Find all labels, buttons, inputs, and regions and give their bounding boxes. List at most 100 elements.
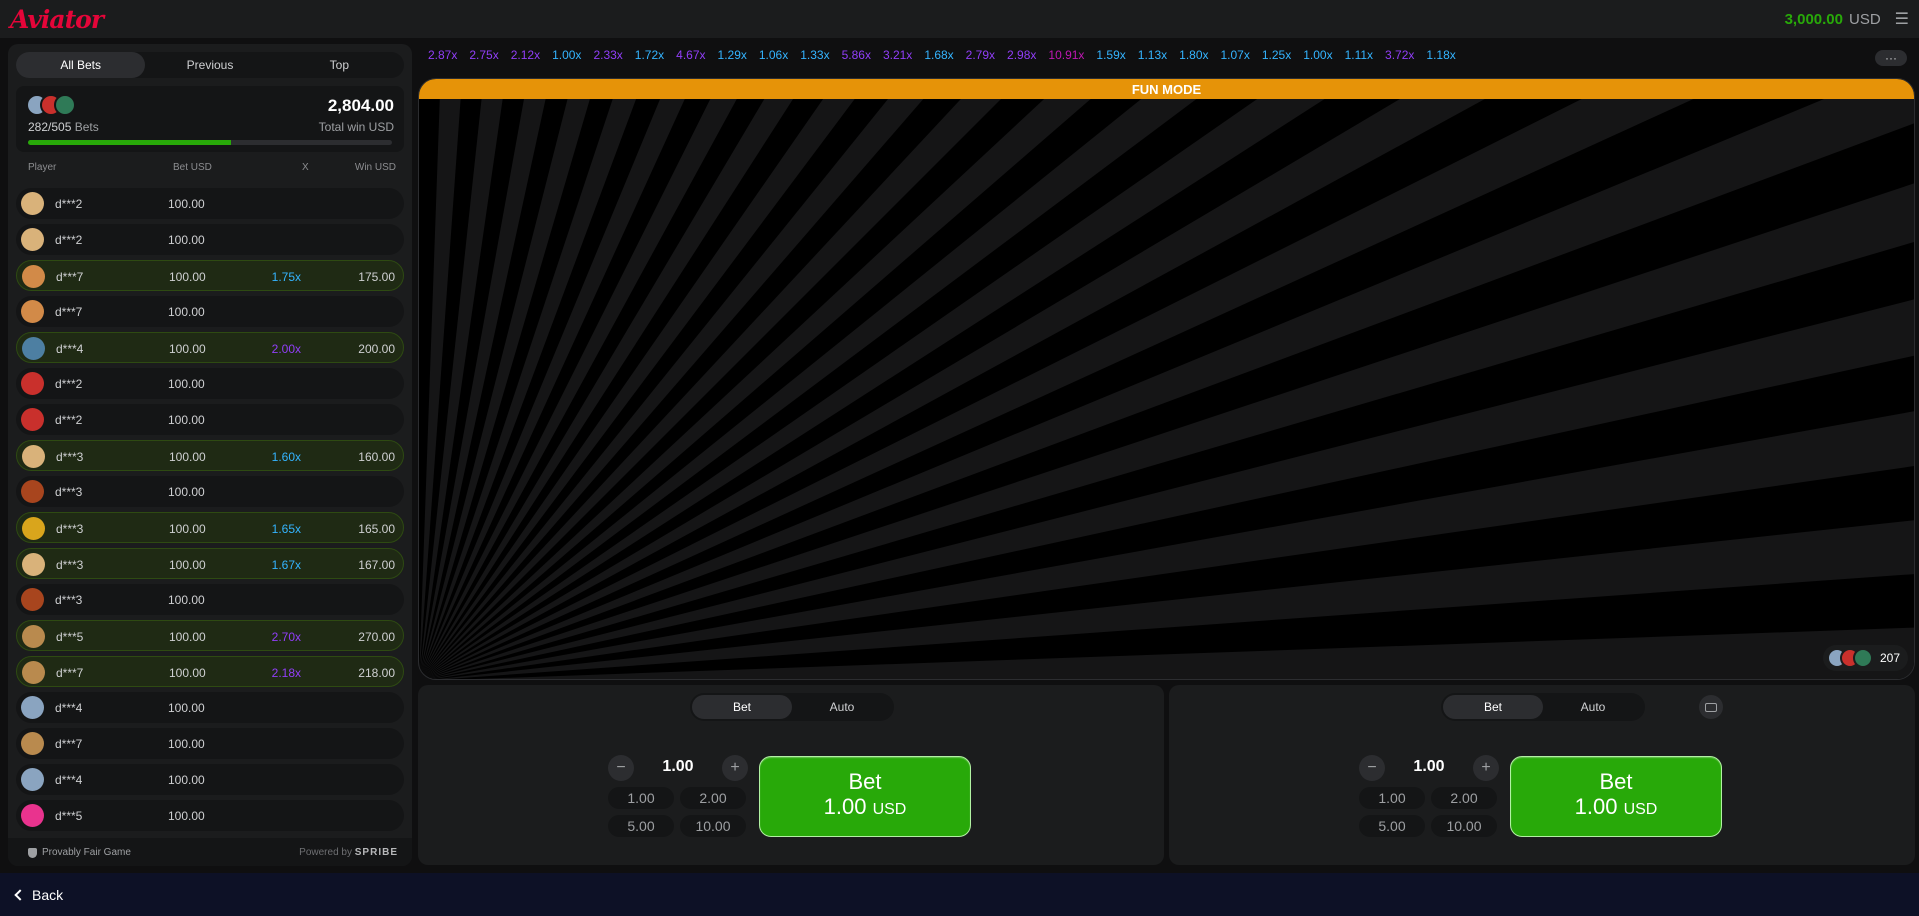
decrease-button[interactable]: − — [608, 755, 634, 781]
avatar — [21, 804, 44, 827]
history-multiplier[interactable]: 2.75x — [469, 48, 498, 62]
history-multiplier[interactable]: 1.80x — [1179, 48, 1208, 62]
avatar — [21, 732, 44, 755]
history-multiplier[interactable]: 2.79x — [966, 48, 995, 62]
history-multiplier[interactable]: 3.72x — [1385, 48, 1414, 62]
history-multiplier[interactable]: 1.07x — [1221, 48, 1250, 62]
avatar — [22, 445, 45, 468]
bet-amount-value[interactable]: 1.00 — [638, 758, 718, 776]
avatar — [21, 768, 44, 791]
remove-panel-button[interactable] — [1699, 695, 1723, 719]
tab-auto[interactable]: Auto — [1543, 695, 1643, 719]
balance-currency: USD — [1848, 10, 1881, 28]
increase-button[interactable]: + — [722, 755, 748, 781]
quick-amount-button[interactable]: 10.00 — [680, 815, 746, 837]
player-name: d***2 — [55, 413, 83, 427]
history-multiplier[interactable]: 5.86x — [842, 48, 871, 62]
bets-count: 282/505 Bets — [28, 120, 99, 134]
bet-button-amount: 1.00 USD — [824, 794, 907, 823]
history-more-button[interactable]: ··· — [1875, 50, 1907, 66]
history-multiplier[interactable]: 1.13x — [1138, 48, 1167, 62]
bet-panel-tabs: Bet Auto — [690, 693, 894, 721]
history-multiplier[interactable]: 2.33x — [593, 48, 622, 62]
bet-button-currency: USD — [1623, 801, 1658, 818]
history-multiplier[interactable]: 1.06x — [759, 48, 788, 62]
aviator-logo[interactable]: Aviator — [10, 5, 104, 34]
bottom-bar: Back — [0, 873, 1919, 916]
history-multiplier[interactable]: 1.18x — [1426, 48, 1455, 62]
sunburst-background — [419, 99, 1914, 679]
bet-amount: 100.00 — [168, 593, 205, 607]
cashout-multiplier: 1.75x — [271, 270, 301, 284]
history-multiplier[interactable]: 2.98x — [1007, 48, 1036, 62]
bets-progress-fill — [28, 140, 232, 145]
player-name: d***3 — [56, 522, 84, 536]
menu-icon[interactable]: ☰ — [1895, 9, 1909, 29]
place-bet-button[interactable]: Bet 1.00 USD — [1510, 756, 1722, 837]
bet-amount-stepper: − 1.00 + — [1359, 755, 1499, 781]
history-multiplier[interactable]: 1.33x — [800, 48, 829, 62]
quick-amount-button[interactable]: 1.00 — [1359, 787, 1425, 809]
history-multiplier[interactable]: 2.87x — [428, 48, 457, 62]
tab-top[interactable]: Top — [275, 52, 404, 78]
quick-amount-button[interactable]: 5.00 — [608, 815, 674, 837]
avatar — [22, 265, 45, 288]
quick-amount-button[interactable]: 1.00 — [608, 787, 674, 809]
history-multiplier[interactable]: 10.91x — [1048, 48, 1084, 62]
history-multiplier[interactable]: 1.11x — [1345, 48, 1373, 62]
history-multiplier[interactable]: 1.59x — [1096, 48, 1125, 62]
powered-by-label: Powered by — [299, 847, 352, 858]
tab-auto[interactable]: Auto — [792, 695, 892, 719]
tab-bet[interactable]: Bet — [1443, 695, 1543, 719]
history-multiplier[interactable]: 1.68x — [924, 48, 953, 62]
history-multiplier[interactable]: 4.67x — [676, 48, 705, 62]
quick-amount-button[interactable]: 2.00 — [1431, 787, 1497, 809]
bets-count-value: 282/505 — [28, 120, 72, 134]
player-name: d***7 — [55, 305, 83, 319]
bets-summary: 282/505 Bets 2,804.00 Total win USD — [16, 86, 404, 152]
table-row: d***3 100.00 1.60x 160.00 — [16, 440, 404, 471]
back-button[interactable]: Back — [14, 887, 63, 903]
player-name: d***3 — [55, 593, 83, 607]
place-bet-button[interactable]: Bet 1.00 USD — [759, 756, 971, 837]
fun-mode-banner: FUN MODE — [419, 79, 1914, 99]
tab-bet[interactable]: Bet — [692, 695, 792, 719]
table-row: d***5 100.00 2.70x 270.00 — [16, 620, 404, 651]
main-area: All Bets Previous Top 282/505 Bets 2,804… — [0, 38, 1919, 873]
quick-amount-button[interactable]: 5.00 — [1359, 815, 1425, 837]
quick-amount-button[interactable]: 2.00 — [680, 787, 746, 809]
summary-avatars — [26, 94, 76, 116]
table-row: d***3 100.00 1.65x 165.00 — [16, 512, 404, 543]
avatar — [21, 228, 44, 251]
history-multiplier[interactable]: 1.25x — [1262, 48, 1291, 62]
balance-amount: 3,000.00 — [1784, 10, 1843, 28]
minimize-icon — [1705, 702, 1717, 712]
cashout-multiplier: 1.67x — [271, 558, 301, 572]
history-multiplier[interactable]: 1.29x — [718, 48, 747, 62]
history-multiplier[interactable]: 2.12x — [511, 48, 540, 62]
player-name: d***2 — [55, 377, 83, 391]
bet-amount: 100.00 — [168, 305, 205, 319]
bet-amount: 100.00 — [168, 413, 205, 427]
tab-all-bets[interactable]: All Bets — [16, 52, 146, 78]
players-avatars — [1826, 648, 1873, 668]
bet-button-label: Bet — [1599, 769, 1633, 794]
decrease-button[interactable]: − — [1359, 755, 1385, 781]
column-x: X — [302, 162, 309, 173]
balance: 3,000.00 USD ☰ — [1785, 9, 1909, 29]
avatar — [22, 661, 45, 684]
history-multiplier[interactable]: 3.21x — [883, 48, 912, 62]
history-multiplier[interactable]: 1.00x — [1303, 48, 1332, 62]
provably-fair[interactable]: Provably Fair Game — [28, 847, 131, 858]
quick-amount-button[interactable]: 10.00 — [1431, 815, 1497, 837]
tab-previous[interactable]: Previous — [145, 52, 274, 78]
bet-button-currency: USD — [872, 801, 907, 818]
cashout-multiplier: 2.70x — [271, 630, 301, 644]
bet-amount: 100.00 — [169, 522, 206, 536]
history-multiplier[interactable]: 1.00x — [552, 48, 581, 62]
increase-button[interactable]: + — [1473, 755, 1499, 781]
shield-icon — [28, 847, 37, 858]
history-multiplier[interactable]: 1.72x — [635, 48, 664, 62]
bet-amount-value[interactable]: 1.00 — [1389, 758, 1469, 776]
powered-by: Powered by SPRIBE — [299, 847, 398, 858]
